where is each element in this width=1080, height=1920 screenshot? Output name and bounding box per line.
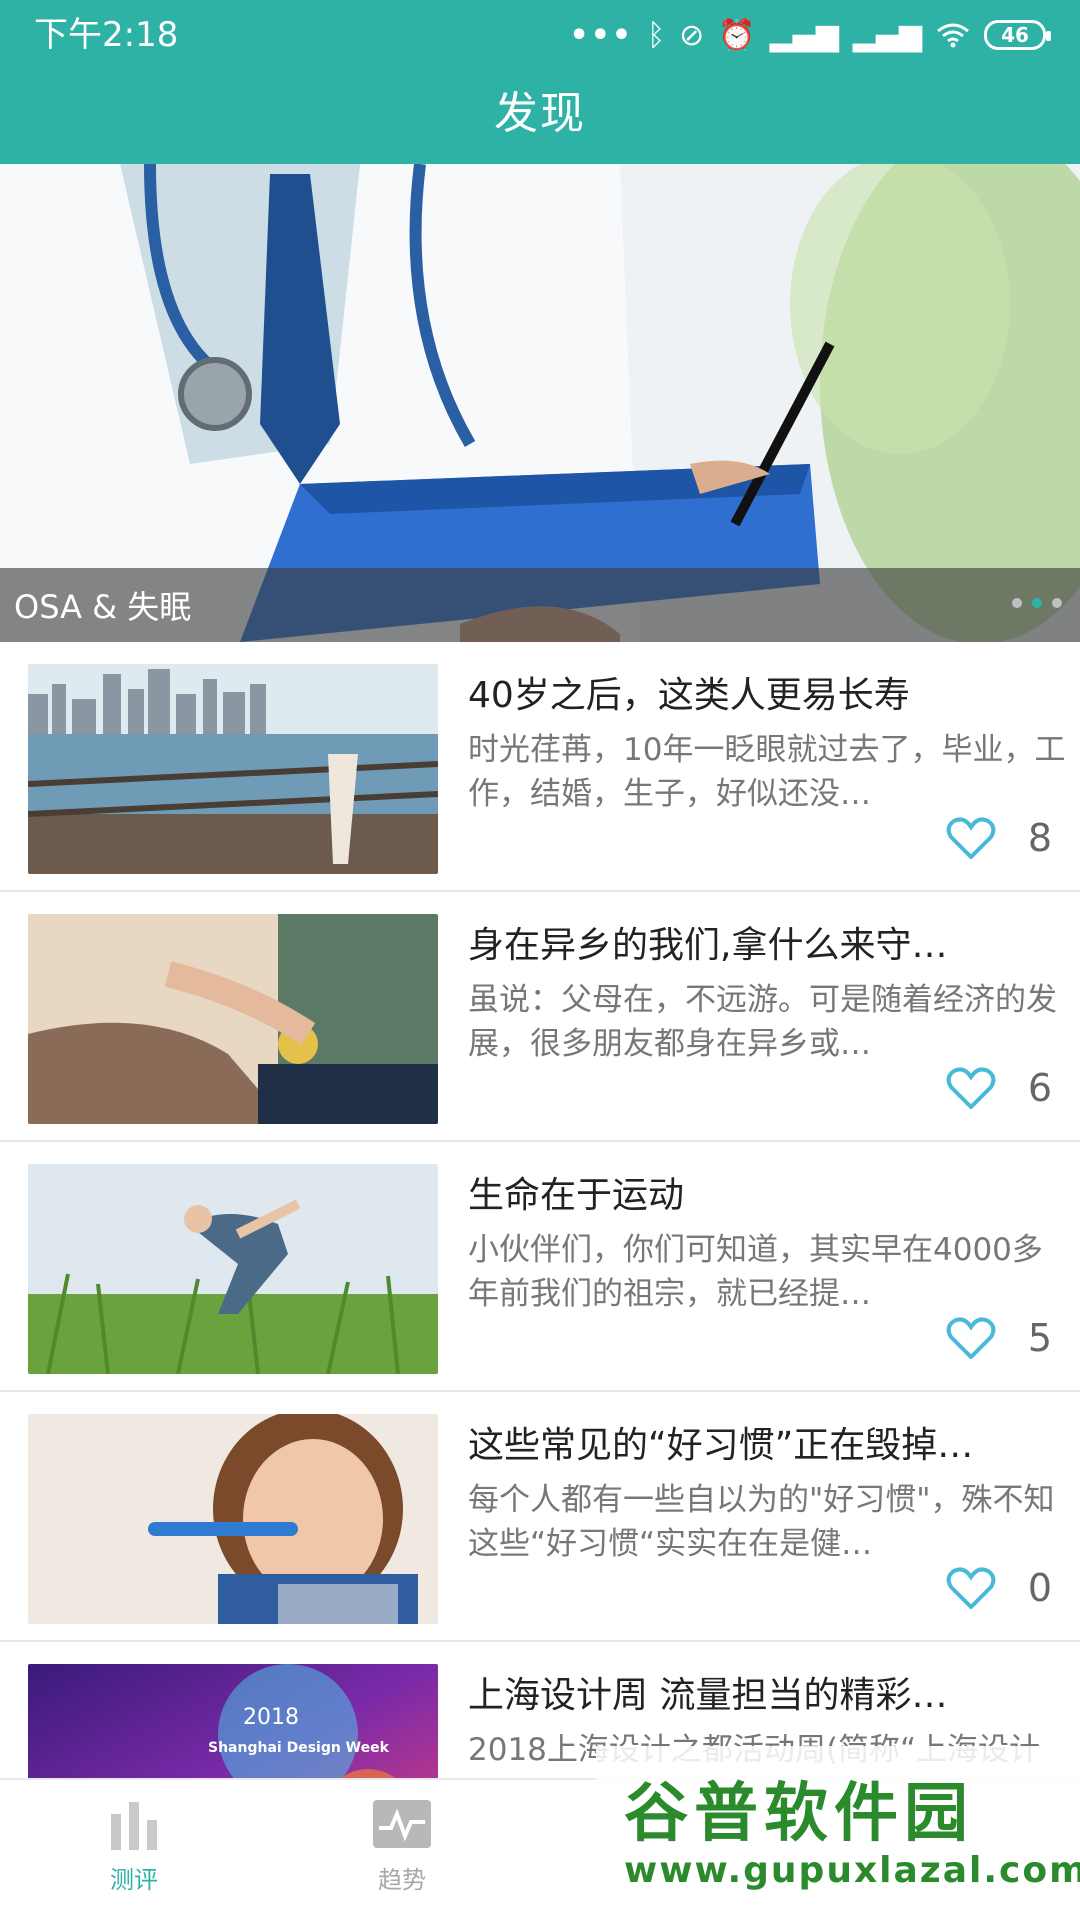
article-title: 这些常见的“好习惯”正在毁掉…	[468, 1425, 974, 1466]
mute-icon: ⊘	[679, 17, 705, 53]
header: 下午2:18 ••• ᛒ ⊘ ⏰ ▂▄▆ ▂▄▆ 46 发现	[0, 0, 1080, 164]
like-control[interactable]: 0	[946, 1566, 1052, 1610]
tab-label: 趋势	[378, 1866, 426, 1894]
status-bar: 下午2:18 ••• ᛒ ⊘ ⏰ ▂▄▆ ▂▄▆ 46	[0, 0, 1080, 70]
article-list: 40岁之后，这类人更易长寿 时光荏苒，10年一眨眼就过去了，毕业，工作，结婚，生…	[0, 642, 1080, 1892]
poster-year: 2018	[243, 1705, 299, 1730]
like-control[interactable]: 8	[946, 816, 1052, 860]
like-control[interactable]: 5	[946, 1316, 1052, 1360]
heart-icon[interactable]	[946, 1317, 996, 1359]
banner-carousel[interactable]: OSA & 失眠	[0, 164, 1080, 642]
article-title: 上海设计周 流量担当的精彩…	[468, 1675, 948, 1716]
article-item[interactable]: 身在异乡的我们,拿什么来守… 虽说：父母在，不远游。可是随着经济的发展，很多朋友…	[0, 892, 1080, 1142]
article-item[interactable]: 生命在于运动 小伙伴们，你们可知道，其实早在4000多年前我们的祖宗，就已经提……	[0, 1142, 1080, 1392]
like-control[interactable]: 6	[946, 1066, 1052, 1110]
like-count: 0	[1027, 1566, 1052, 1610]
status-icons: ••• ᛒ ⊘ ⏰ ▂▄▆ ▂▄▆ 46	[569, 14, 1051, 56]
signal-icon: ▂▄▆	[852, 17, 922, 53]
carousel-dot[interactable]	[1012, 598, 1022, 608]
more-dots-icon: •••	[569, 17, 634, 53]
tab-label: 测评	[110, 1866, 158, 1894]
article-description: 时光荏苒，10年一眨眼就过去了，毕业，工作，结婚，生子，好似还没…	[468, 732, 1066, 812]
article-title: 身在异乡的我们,拿什么来守…	[468, 925, 948, 966]
banner-caption-bar: OSA & 失眠	[0, 568, 1080, 642]
watermark-logo-text: 谷普软件园	[624, 1777, 974, 1851]
article-thumbnail	[28, 1164, 438, 1374]
tab-trend[interactable]: 趋势	[322, 1798, 482, 1918]
like-count: 5	[1027, 1316, 1052, 1360]
trend-icon	[373, 1800, 431, 1848]
article-item[interactable]: 40岁之后，这类人更易长寿 时光荏苒，10年一眨眼就过去了，毕业，工作，结婚，生…	[0, 642, 1080, 892]
status-time: 下午2:18	[34, 15, 179, 55]
article-title: 生命在于运动	[468, 1175, 685, 1216]
article-thumbnail	[28, 914, 438, 1124]
signal-icon: ▂▄▆	[769, 17, 839, 53]
like-count: 8	[1027, 816, 1052, 860]
article-thumbnail	[28, 664, 438, 874]
alarm-icon: ⏰	[718, 17, 756, 53]
heart-icon[interactable]	[946, 1567, 996, 1609]
watermark: 谷普软件园 www.gupuxlazal.com	[596, 1746, 1080, 1920]
banner-caption: OSA & 失眠	[14, 588, 192, 626]
like-count: 6	[1027, 1066, 1052, 1110]
carousel-dot[interactable]	[1052, 598, 1062, 608]
app-screen: 下午2:18 ••• ᛒ ⊘ ⏰ ▂▄▆ ▂▄▆ 46 发现 OSA & 失眠 …	[0, 0, 1080, 1920]
bluetooth-icon: ᛒ	[647, 17, 666, 53]
watermark-url: www.gupuxlazal.com	[624, 1850, 1080, 1891]
battery-icon: 46	[984, 20, 1051, 50]
article-description: 虽说：父母在，不远游。可是随着经济的发展，很多朋友都身在异乡或…	[468, 982, 1057, 1062]
wifi-icon	[936, 22, 970, 48]
heart-icon[interactable]	[946, 817, 996, 859]
article-item[interactable]: 这些常见的“好习惯”正在毁掉… 每个人都有一些自以为的"好习惯"，殊不知这些“好…	[0, 1392, 1080, 1642]
poster-name: Shanghai Design Week	[208, 1740, 390, 1756]
article-thumbnail	[28, 1414, 438, 1624]
carousel-dot-active[interactable]	[1032, 598, 1042, 608]
bar-chart-icon	[111, 1802, 157, 1850]
page-title: 发现	[494, 88, 586, 139]
tab-evaluation[interactable]: 测评	[54, 1798, 214, 1918]
article-description: 每个人都有一些自以为的"好习惯"，殊不知这些“好习惯“实实在在是健…	[468, 1482, 1055, 1562]
article-title: 40岁之后，这类人更易长寿	[468, 675, 910, 716]
carousel-indicator	[1012, 598, 1062, 608]
article-description: 小伙伴们，你们可知道，其实早在4000多年前我们的祖宗，就已经提…	[468, 1232, 1043, 1312]
heart-icon[interactable]	[946, 1067, 996, 1109]
